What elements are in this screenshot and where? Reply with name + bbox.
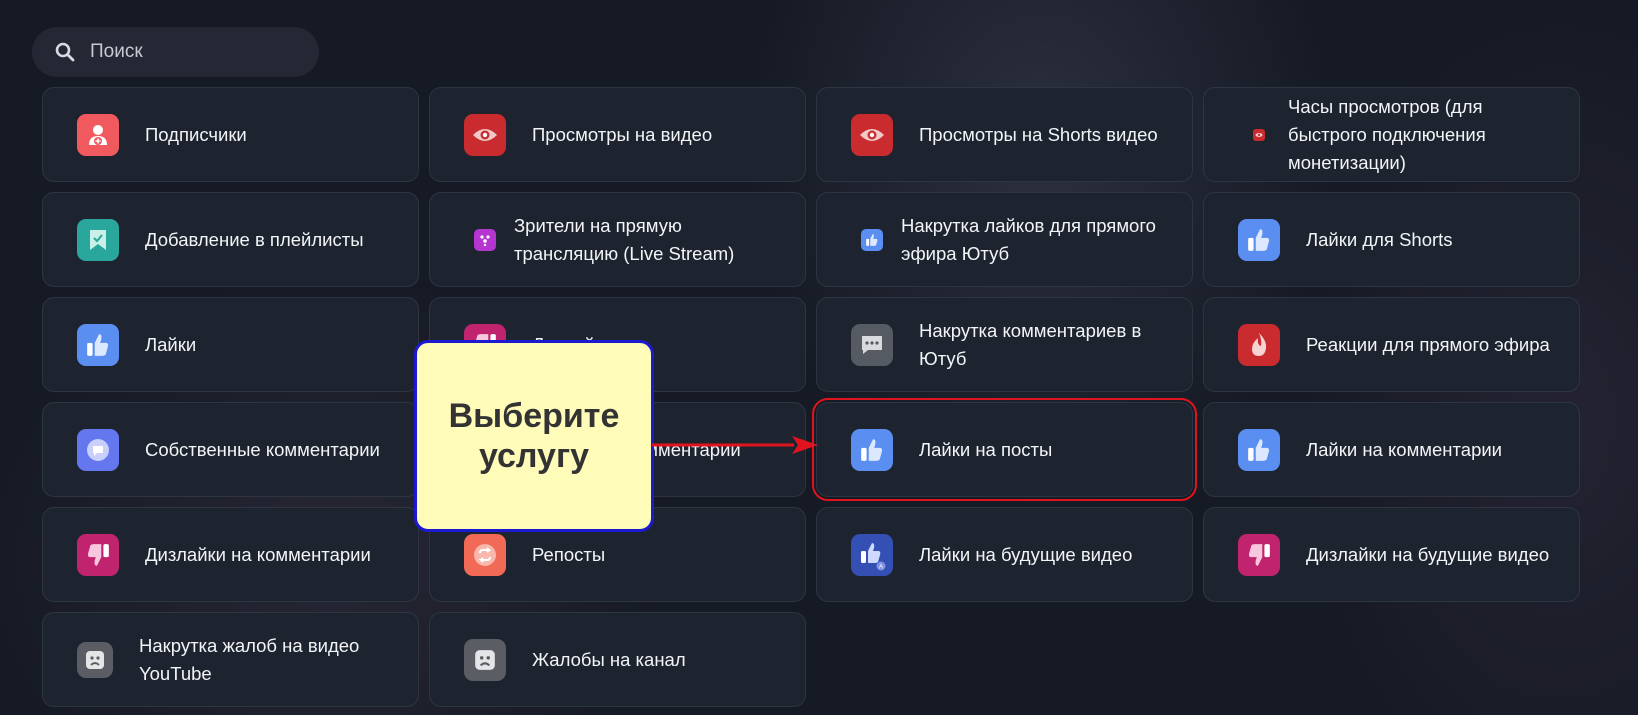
service-card-watch-hours[interactable]: Часы просмотров (для быстрого подключени…	[1203, 87, 1580, 182]
service-label: Лайки	[145, 333, 197, 355]
service-label: Зрители на прямую трансляцию (Live Strea…	[514, 214, 735, 264]
services-grid: Подписчики Просмотры на видео Просмотры …	[42, 87, 1580, 707]
service-card-comments[interactable]: Накрутка комментариев в Ютуб	[816, 297, 1193, 392]
eye-icon	[851, 113, 893, 156]
thumbs-down-icon	[1238, 533, 1280, 576]
repost-icon	[464, 533, 506, 576]
service-label: Накрутка комментариев в Ютуб	[919, 319, 1142, 369]
service-label: Собственные комментарии	[145, 438, 380, 460]
callout-arrow	[652, 436, 818, 454]
service-card-live-likes[interactable]: Накрутка лайков для прямого эфира Ютуб	[816, 192, 1193, 287]
thumbs-down-icon	[77, 533, 119, 576]
user-plus-icon	[77, 113, 119, 156]
svg-text:A: A	[879, 564, 883, 570]
comment-icon	[77, 428, 119, 471]
service-card-video-views[interactable]: Просмотры на видео	[429, 87, 806, 182]
bookmark-icon	[77, 218, 119, 261]
service-card-comment-likes[interactable]: Лайки на комментарии	[1203, 402, 1580, 497]
callout-line-1: Выберите	[448, 397, 620, 435]
service-card-custom-comments[interactable]: Собственные комментарии	[42, 402, 419, 497]
search-bar[interactable]	[32, 27, 319, 77]
service-label: Лайки на будущие видео	[919, 543, 1133, 565]
service-card-future-likes[interactable]: A Лайки на будущие видео	[816, 507, 1193, 602]
live-stream-icon	[474, 228, 496, 251]
service-label: Реакции для прямого эфира	[1306, 333, 1550, 355]
service-card-future-dislikes[interactable]: Дизлайки на будущие видео	[1203, 507, 1580, 602]
thumbs-up-icon	[861, 228, 883, 251]
service-card-playlists[interactable]: Добавление в плейлисты	[42, 192, 419, 287]
service-card-shorts-likes[interactable]: Лайки для Shorts	[1203, 192, 1580, 287]
service-card-likes[interactable]: Лайки	[42, 297, 419, 392]
service-card-live-reactions[interactable]: Реакции для прямого эфира	[1203, 297, 1580, 392]
service-label: Дизлайки на будущие видео	[1306, 543, 1550, 565]
service-label: Просмотры на Shorts видео	[919, 123, 1158, 145]
service-card-comment-dislikes[interactable]: Дизлайки на комментарии	[42, 507, 419, 602]
service-label: Лайки на комментарии	[1306, 438, 1503, 460]
service-card-post-likes[interactable]: Лайки на посты	[812, 398, 1197, 501]
service-label: Накрутка жалоб на видео YouTube	[139, 634, 360, 684]
service-label: Жалобы на канал	[532, 648, 686, 670]
thumbs-up-icon	[77, 323, 119, 366]
service-label: Лайки на посты	[919, 438, 1053, 460]
service-card-video-reports[interactable]: Накрутка жалоб на видео YouTube	[42, 612, 419, 707]
eye-icon	[1253, 128, 1265, 141]
chat-icon	[851, 323, 893, 366]
eye-icon	[464, 113, 506, 156]
thumbs-up-icon	[1238, 218, 1280, 261]
service-card-shorts-views[interactable]: Просмотры на Shorts видео	[816, 87, 1193, 182]
thumbs-up-icon	[851, 428, 893, 471]
service-card-subscribers[interactable]: Подписчики	[42, 87, 419, 182]
service-card-channel-reports[interactable]: Жалобы на канал	[429, 612, 806, 707]
service-label: Лайки для Shorts	[1306, 228, 1453, 250]
service-label: Добавление в плейлисты	[145, 228, 364, 250]
service-label: Часы просмотров (для быстрого подключени…	[1288, 95, 1486, 173]
sad-face-icon	[464, 638, 506, 681]
service-label: Дизлайки на комментарии	[145, 543, 371, 565]
search-icon	[54, 41, 76, 63]
thumbs-up-auto-icon: A	[851, 533, 893, 576]
service-label: Просмотры на видео	[532, 123, 713, 145]
service-card-live-viewers[interactable]: Зрители на прямую трансляцию (Live Strea…	[429, 192, 806, 287]
flame-icon	[1238, 323, 1280, 366]
thumbs-up-icon	[1238, 428, 1280, 471]
service-label: Подписчики	[145, 123, 247, 145]
search-input[interactable]	[90, 41, 290, 63]
service-label: Репосты	[532, 543, 606, 565]
sad-face-icon	[77, 641, 113, 678]
callout-line-2: услугу	[478, 437, 590, 475]
callout-tooltip: Выберите услугу	[414, 340, 654, 532]
service-label: Накрутка лайков для прямого эфира Ютуб	[901, 214, 1156, 264]
